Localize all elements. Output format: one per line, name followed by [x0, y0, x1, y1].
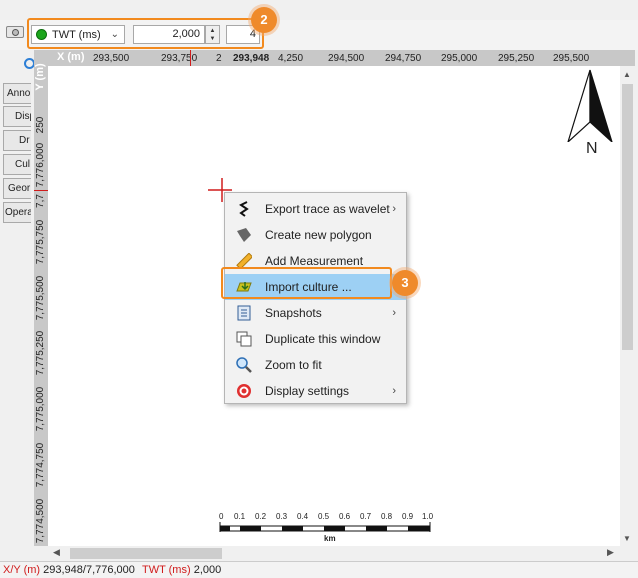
submenu-arrow-icon: › — [392, 307, 396, 319]
vertical-scroll-thumb[interactable] — [622, 84, 633, 350]
tab-culture[interactable]: Cul — [3, 154, 31, 175]
scale-label: 0.9 — [402, 512, 414, 521]
scale-label: 0.3 — [276, 512, 288, 521]
tab-operations[interactable]: Opera — [3, 202, 31, 223]
tab-annotations[interactable]: Anno — [3, 83, 31, 104]
menu-item-label: Create new polygon — [265, 228, 372, 242]
submenu-arrow-icon: › — [392, 203, 396, 215]
menu-item-label: Snapshots — [265, 306, 322, 320]
x-tick-label: 294,500 — [328, 53, 365, 64]
scroll-up-icon[interactable]: ▲ — [623, 70, 631, 79]
callout-highlight-import-culture — [221, 267, 392, 299]
zoom-icon — [236, 357, 252, 373]
menu-item-label: Zoom to fit — [265, 358, 322, 372]
menu-item-display-settings[interactable]: Display settings › — [225, 378, 406, 404]
x-tick-label: 294,750 — [385, 53, 422, 64]
tab-display[interactable]: Disp — [3, 106, 31, 127]
callout-badge-2: 2 — [251, 7, 277, 33]
menu-item-export-trace-as-wavelet[interactable]: Export trace as wavelet › — [225, 196, 406, 222]
callout-highlight-toolbar — [27, 18, 264, 49]
tab-draw[interactable]: Dr — [3, 130, 31, 151]
y-tick-label: 7,774,750 — [35, 442, 46, 488]
polygon-icon — [236, 227, 252, 243]
scale-bar-graphic — [219, 522, 431, 532]
scale-label: 0.4 — [297, 512, 309, 521]
menu-item-zoom-to-fit[interactable]: Zoom to fit — [225, 352, 406, 378]
menu-item-snapshots[interactable]: Snapshots › — [225, 300, 406, 326]
menu-item-label: Duplicate this window — [265, 332, 381, 346]
scale-unit: km — [324, 534, 336, 543]
y-tick-label: 7,775,250 — [35, 330, 46, 376]
x-tick-label: 2 — [216, 53, 222, 64]
x-axis-bar: 293,500 293,750 2 293,948 4,250 294,500 … — [34, 50, 635, 66]
x-tick-label: 293,750 — [161, 53, 198, 64]
scroll-down-icon[interactable]: ▼ — [623, 534, 631, 543]
scale-label: 0.8 — [381, 512, 393, 521]
tab-georeference[interactable]: Geor — [3, 178, 31, 199]
snapshot-icon — [236, 305, 252, 321]
scale-label: 0.7 — [360, 512, 372, 521]
xy-label: X/Y (m) — [3, 564, 41, 576]
scale-label: 0.1 — [234, 512, 246, 521]
scale-label: 0.6 — [339, 512, 351, 521]
duplicate-icon — [236, 331, 252, 347]
submenu-arrow-icon: › — [392, 385, 396, 397]
y-tick-label: 7,775,500 — [35, 275, 46, 321]
twt-value: 2,000 — [193, 564, 222, 576]
y-cursor-marker — [34, 190, 48, 191]
north-label: N — [586, 140, 598, 157]
xy-value: 293,948/7,776,000 — [43, 564, 135, 576]
y-tick-label: 7,775,750 — [35, 219, 46, 265]
x-tick-label: 295,500 — [553, 53, 590, 64]
y-axis-bar: 250 7,776,000 7,7 7,775,750 7,775,500 7,… — [34, 66, 48, 546]
status-bar: X/Y (m) 293,948/7,776,000 TWT (ms) 2,000 — [0, 561, 638, 578]
scale-label: 0.5 — [318, 512, 330, 521]
x-tick-label: 4,250 — [278, 53, 304, 64]
scale-label: 1.0 — [422, 512, 434, 521]
display-settings-icon — [236, 383, 252, 399]
scroll-left-icon[interactable]: ◀ — [53, 547, 60, 558]
north-arrow-icon — [567, 69, 613, 142]
twt-label: TWT (ms) — [141, 564, 191, 576]
y-axis-label: Y (m) — [34, 63, 46, 91]
menu-item-label: Display settings — [265, 384, 350, 398]
horizontal-scroll-thumb[interactable] — [70, 548, 222, 559]
scale-label: 0 — [219, 512, 224, 521]
x-tick-label: 295,250 — [498, 53, 535, 64]
y-tick-label: 7,775,000 — [35, 386, 46, 432]
menu-item-label: Export trace as wavelet — [265, 202, 390, 216]
menu-item-label: Add Measurement — [265, 254, 364, 268]
x-tick-label: 293,500 — [93, 53, 130, 64]
left-side-panel: Anno Disp Dr Cul Geor Opera — [0, 50, 31, 570]
wavelet-icon — [236, 201, 252, 217]
menu-item-duplicate-window[interactable]: Duplicate this window — [225, 326, 406, 352]
menu-item-create-new-polygon[interactable]: Create new polygon — [225, 222, 406, 248]
camera-icon[interactable] — [6, 26, 24, 38]
x-cursor-marker — [190, 50, 191, 66]
callout-badge-3: 3 — [392, 270, 418, 296]
scale-label: 0.2 — [255, 512, 267, 521]
x-cursor-readout: 293,948 — [233, 53, 270, 64]
scroll-right-icon[interactable]: ▶ — [607, 547, 614, 558]
y-tick-label: 7,774,500 — [35, 498, 46, 544]
x-tick-label: 295,000 — [441, 53, 478, 64]
x-axis-label: X (m) — [57, 51, 85, 63]
